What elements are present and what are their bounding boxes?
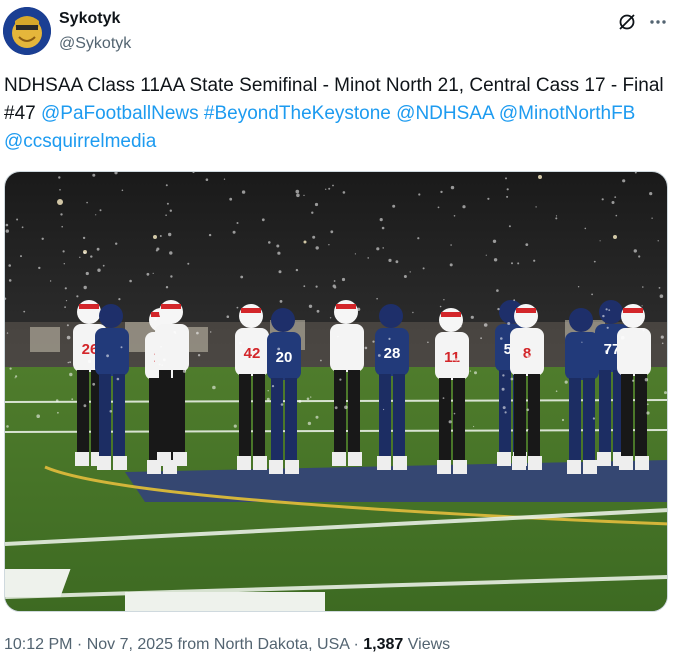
tweet-meta: 10:12 PM · Nov 7, 2025 from North Dakota…: [4, 636, 451, 653]
avatar-image: [3, 7, 51, 55]
hashtag-beyondthekeystone[interactable]: #BeyondTheKeystone: [204, 103, 391, 124]
display-name[interactable]: Sykotyk: [59, 9, 120, 29]
views-label: Views: [407, 636, 451, 653]
more-icon[interactable]: [648, 12, 668, 32]
mention-minotnorthfb[interactable]: @MinotNorthFB: [499, 103, 636, 124]
svg-text:42: 42: [244, 345, 261, 362]
grok-icon[interactable]: [617, 12, 637, 32]
mention-pafootballnews[interactable]: @PaFootballNews: [41, 103, 199, 124]
handle[interactable]: @Sykotyk: [59, 34, 131, 54]
mention-ndhsaa[interactable]: @NDHSAA: [396, 103, 493, 124]
tweet-text: NDHSAA Class 11AA State Semifinal - Mino…: [4, 72, 664, 156]
tweet-time[interactable]: 10:12 PM: [4, 636, 72, 653]
tweet-photo[interactable]: 26134220281154877: [4, 171, 668, 612]
avatar[interactable]: [3, 7, 51, 55]
mention-ccsquirrelmedia[interactable]: @ccsquirrelmedia: [4, 131, 156, 152]
svg-text:20: 20: [276, 349, 293, 366]
tweet-location: from North Dakota, USA: [177, 636, 350, 653]
views-count: 1,387: [363, 636, 404, 653]
svg-text:11: 11: [444, 349, 460, 366]
svg-text:8: 8: [523, 345, 531, 362]
svg-text:28: 28: [384, 345, 401, 362]
football-field-photo: 26134220281154877: [5, 172, 667, 611]
tweet-date[interactable]: Nov 7, 2025: [87, 636, 173, 653]
